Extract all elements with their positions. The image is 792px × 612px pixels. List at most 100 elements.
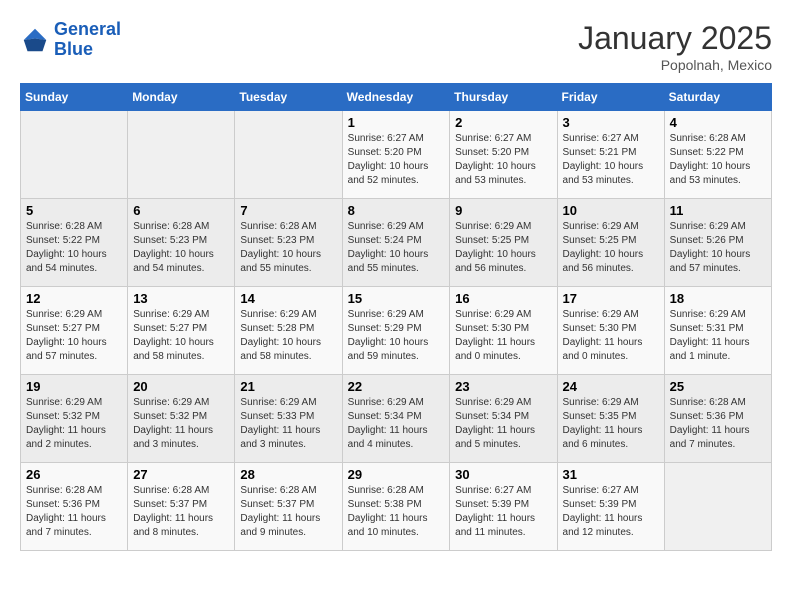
calendar-cell: 9 Sunrise: 6:29 AMSunset: 5:25 PMDaylight… xyxy=(450,199,557,287)
day-info: Sunrise: 6:29 AMSunset: 5:28 PMDaylight:… xyxy=(240,308,336,364)
calendar-cell: 3 Sunrise: 6:27 AMSunset: 5:21 PMDaylight… xyxy=(557,111,664,199)
calendar-cell: 29 Sunrise: 6:28 AMSunset: 5:38 PMDayligh… xyxy=(342,463,450,551)
day-number: 30 xyxy=(455,467,551,482)
day-info: Sunrise: 6:29 AMSunset: 5:32 PMDaylight:… xyxy=(133,396,229,452)
week-row-1: 1 Sunrise: 6:27 AMSunset: 5:20 PMDaylight… xyxy=(21,111,772,199)
weekday-header-friday: Friday xyxy=(557,84,664,111)
logo: General Blue xyxy=(20,20,121,60)
day-number: 8 xyxy=(348,203,445,218)
calendar-cell: 14 Sunrise: 6:29 AMSunset: 5:28 PMDayligh… xyxy=(235,287,342,375)
day-number: 14 xyxy=(240,291,336,306)
calendar-cell: 18 Sunrise: 6:29 AMSunset: 5:31 PMDayligh… xyxy=(664,287,771,375)
day-info: Sunrise: 6:29 AMSunset: 5:27 PMDaylight:… xyxy=(26,308,122,364)
day-number: 5 xyxy=(26,203,122,218)
calendar-cell xyxy=(664,463,771,551)
week-row-3: 12 Sunrise: 6:29 AMSunset: 5:27 PMDayligh… xyxy=(21,287,772,375)
week-row-4: 19Sunrise: 6:29 AMSunset: 5:32 PMDayligh… xyxy=(21,375,772,463)
day-info: Sunrise: 6:28 AMSunset: 5:38 PMDaylight:… xyxy=(348,484,445,540)
day-number: 13 xyxy=(133,291,229,306)
calendar-cell: 2 Sunrise: 6:27 AMSunset: 5:20 PMDaylight… xyxy=(450,111,557,199)
day-info: Sunrise: 6:29 AMSunset: 5:30 PMDaylight:… xyxy=(563,308,659,364)
day-number: 24 xyxy=(563,379,659,394)
day-info: Sunrise: 6:29 AMSunset: 5:24 PMDaylight:… xyxy=(348,220,445,276)
calendar-table: SundayMondayTuesdayWednesdayThursdayFrid… xyxy=(20,83,772,551)
day-info: Sunrise: 6:27 AMSunset: 5:20 PMDaylight:… xyxy=(348,132,445,188)
day-number: 2 xyxy=(455,115,551,130)
weekday-header-wednesday: Wednesday xyxy=(342,84,450,111)
day-info: Sunrise: 6:28 AMSunset: 5:23 PMDaylight:… xyxy=(240,220,336,276)
day-info: Sunrise: 6:29 AMSunset: 5:33 PMDaylight:… xyxy=(240,396,336,452)
day-info: Sunrise: 6:28 AMSunset: 5:36 PMDaylight:… xyxy=(670,396,766,452)
weekday-header-sunday: Sunday xyxy=(21,84,128,111)
week-row-2: 5 Sunrise: 6:28 AMSunset: 5:22 PMDaylight… xyxy=(21,199,772,287)
calendar-cell: 4Sunrise: 6:28 AMSunset: 5:22 PMDaylight… xyxy=(664,111,771,199)
day-info: Sunrise: 6:28 AMSunset: 5:23 PMDaylight:… xyxy=(133,220,229,276)
day-info: Sunrise: 6:27 AMSunset: 5:39 PMDaylight:… xyxy=(563,484,659,540)
calendar-cell: 11Sunrise: 6:29 AMSunset: 5:26 PMDayligh… xyxy=(664,199,771,287)
day-info: Sunrise: 6:29 AMSunset: 5:25 PMDaylight:… xyxy=(455,220,551,276)
day-info: Sunrise: 6:29 AMSunset: 5:30 PMDaylight:… xyxy=(455,308,551,364)
day-number: 11 xyxy=(670,203,766,218)
day-number: 21 xyxy=(240,379,336,394)
calendar-cell xyxy=(235,111,342,199)
logo-text: General Blue xyxy=(54,20,121,60)
calendar-cell: 23 Sunrise: 6:29 AMSunset: 5:34 PMDayligh… xyxy=(450,375,557,463)
calendar-cell xyxy=(128,111,235,199)
weekday-header-thursday: Thursday xyxy=(450,84,557,111)
title-block: January 2025 Popolnah, Mexico xyxy=(578,20,772,73)
day-number: 25 xyxy=(670,379,766,394)
week-row-5: 26Sunrise: 6:28 AMSunset: 5:36 PMDayligh… xyxy=(21,463,772,551)
calendar-cell: 6 Sunrise: 6:28 AMSunset: 5:23 PMDaylight… xyxy=(128,199,235,287)
month-title: January 2025 xyxy=(578,20,772,57)
day-info: Sunrise: 6:29 AMSunset: 5:34 PMDaylight:… xyxy=(348,396,445,452)
page-header: General Blue January 2025 Popolnah, Mexi… xyxy=(20,20,772,73)
calendar-cell: 26Sunrise: 6:28 AMSunset: 5:36 PMDayligh… xyxy=(21,463,128,551)
day-info: Sunrise: 6:29 AMSunset: 5:31 PMDaylight:… xyxy=(670,308,766,364)
calendar-cell: 10Sunrise: 6:29 AMSunset: 5:25 PMDayligh… xyxy=(557,199,664,287)
day-number: 7 xyxy=(240,203,336,218)
day-number: 9 xyxy=(455,203,551,218)
day-info: Sunrise: 6:28 AMSunset: 5:22 PMDaylight:… xyxy=(26,220,122,276)
day-number: 10 xyxy=(563,203,659,218)
day-info: Sunrise: 6:28 AMSunset: 5:37 PMDaylight:… xyxy=(240,484,336,540)
day-number: 3 xyxy=(563,115,659,130)
day-number: 31 xyxy=(563,467,659,482)
calendar-cell: 21 Sunrise: 6:29 AMSunset: 5:33 PMDayligh… xyxy=(235,375,342,463)
day-number: 4 xyxy=(670,115,766,130)
calendar-cell: 19Sunrise: 6:29 AMSunset: 5:32 PMDayligh… xyxy=(21,375,128,463)
calendar-cell: 28 Sunrise: 6:28 AMSunset: 5:37 PMDayligh… xyxy=(235,463,342,551)
calendar-cell: 8 Sunrise: 6:29 AMSunset: 5:24 PMDaylight… xyxy=(342,199,450,287)
day-info: Sunrise: 6:28 AMSunset: 5:37 PMDaylight:… xyxy=(133,484,229,540)
weekday-header-monday: Monday xyxy=(128,84,235,111)
day-info: Sunrise: 6:29 AMSunset: 5:34 PMDaylight:… xyxy=(455,396,551,452)
day-number: 16 xyxy=(455,291,551,306)
day-info: Sunrise: 6:27 AMSunset: 5:21 PMDaylight:… xyxy=(563,132,659,188)
location: Popolnah, Mexico xyxy=(578,57,772,73)
day-number: 1 xyxy=(348,115,445,130)
calendar-cell xyxy=(21,111,128,199)
logo-icon xyxy=(20,25,50,55)
calendar-cell: 31 Sunrise: 6:27 AMSunset: 5:39 PMDayligh… xyxy=(557,463,664,551)
day-info: Sunrise: 6:27 AMSunset: 5:39 PMDaylight:… xyxy=(455,484,551,540)
calendar-cell: 1 Sunrise: 6:27 AMSunset: 5:20 PMDaylight… xyxy=(342,111,450,199)
calendar-cell: 16 Sunrise: 6:29 AMSunset: 5:30 PMDayligh… xyxy=(450,287,557,375)
weekday-header-saturday: Saturday xyxy=(664,84,771,111)
day-number: 23 xyxy=(455,379,551,394)
day-info: Sunrise: 6:27 AMSunset: 5:20 PMDaylight:… xyxy=(455,132,551,188)
calendar-cell: 17 Sunrise: 6:29 AMSunset: 5:30 PMDayligh… xyxy=(557,287,664,375)
day-info: Sunrise: 6:29 AMSunset: 5:27 PMDaylight:… xyxy=(133,308,229,364)
calendar-cell: 30 Sunrise: 6:27 AMSunset: 5:39 PMDayligh… xyxy=(450,463,557,551)
day-number: 27 xyxy=(133,467,229,482)
day-number: 12 xyxy=(26,291,122,306)
weekday-header-row: SundayMondayTuesdayWednesdayThursdayFrid… xyxy=(21,84,772,111)
day-number: 15 xyxy=(348,291,445,306)
day-number: 29 xyxy=(348,467,445,482)
day-info: Sunrise: 6:28 AMSunset: 5:36 PMDaylight:… xyxy=(26,484,122,540)
day-number: 17 xyxy=(563,291,659,306)
day-number: 22 xyxy=(348,379,445,394)
day-number: 28 xyxy=(240,467,336,482)
day-number: 6 xyxy=(133,203,229,218)
day-number: 18 xyxy=(670,291,766,306)
calendar-cell: 25 Sunrise: 6:28 AMSunset: 5:36 PMDayligh… xyxy=(664,375,771,463)
day-number: 20 xyxy=(133,379,229,394)
